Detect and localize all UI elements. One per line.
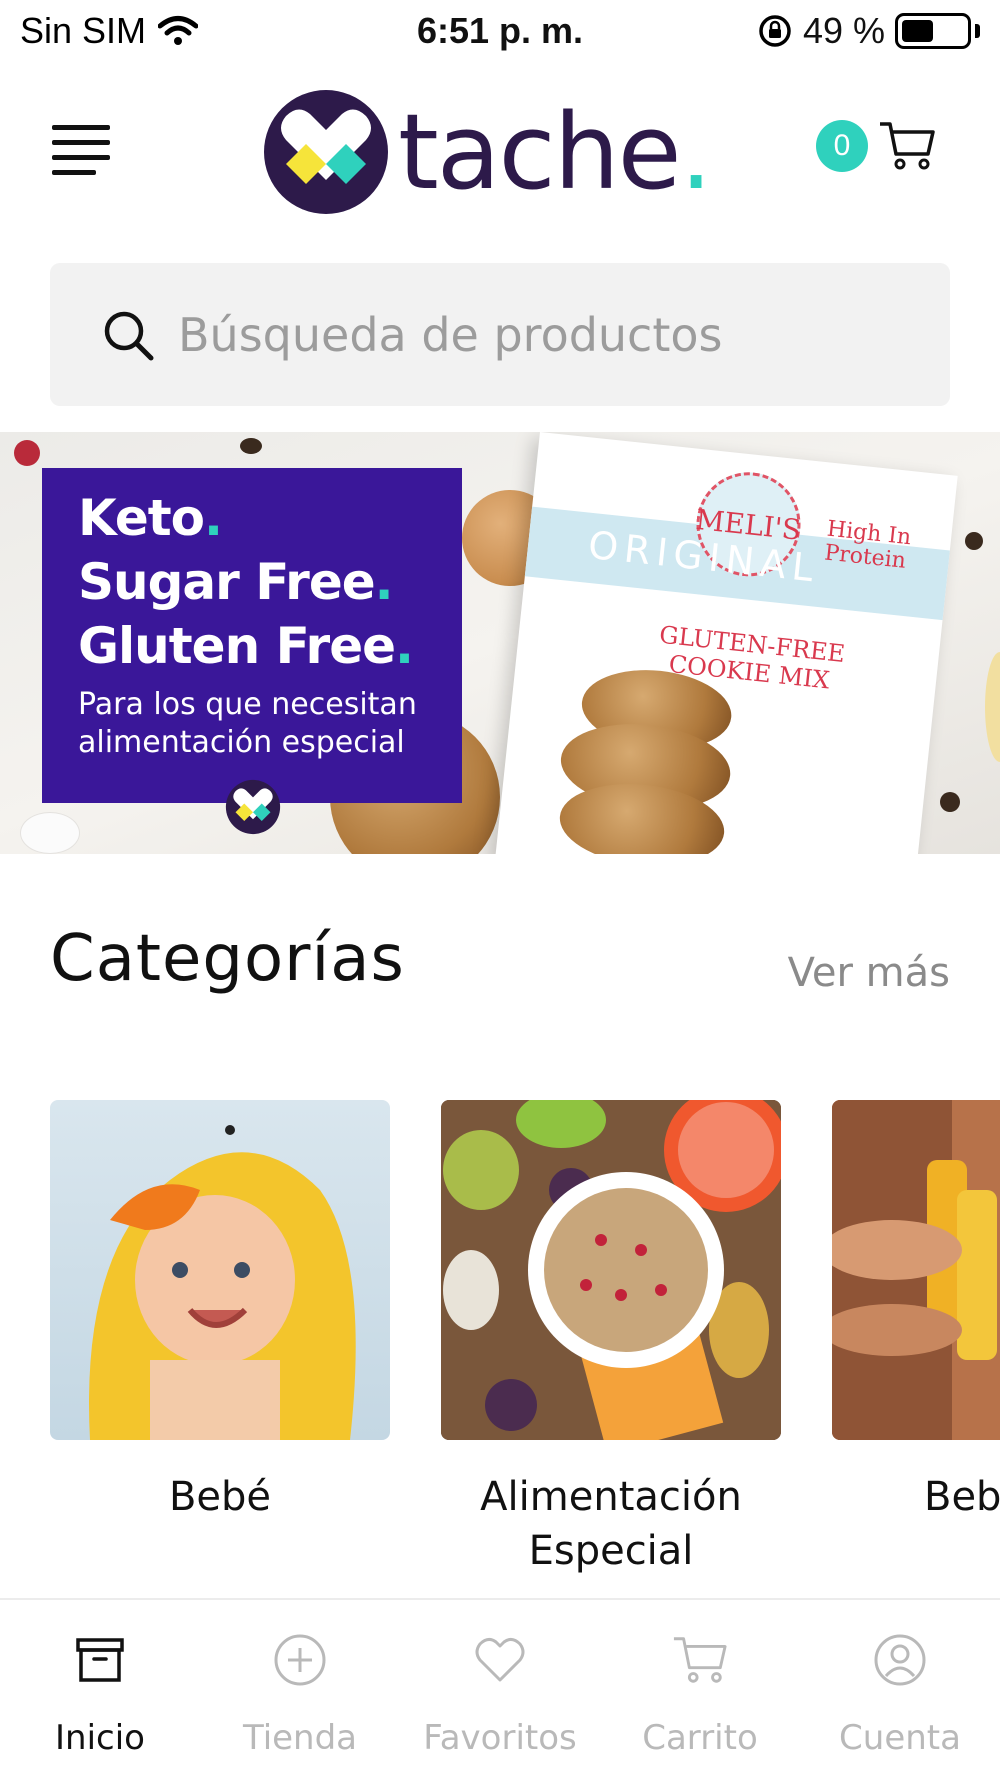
- categories-title: Categorías: [50, 922, 405, 996]
- logo-text: tache: [398, 91, 682, 213]
- category-card-bebidas[interactable]: Beb: [832, 1100, 1000, 1524]
- status-bar: Sin SIM 6:51 p. m. 49 %: [0, 0, 1000, 66]
- battery-icon: [895, 13, 971, 49]
- tab-inicio[interactable]: Inicio: [0, 1600, 200, 1778]
- product-box-image: MELI'S ORIGINAL High In Protein GLUTEN-F…: [495, 432, 958, 854]
- app-header: tache. 0: [0, 80, 1000, 230]
- category-label: Alimentación Especial: [441, 1470, 781, 1578]
- hamburger-menu-icon[interactable]: [52, 125, 114, 175]
- banner-subtitle-line1: Para los que necesitan: [78, 687, 417, 722]
- category-image-food: [441, 1100, 781, 1440]
- banner-line-sugar: Sugar Free.: [78, 550, 462, 614]
- cart-icon: [880, 122, 935, 170]
- app-logo[interactable]: tache.: [262, 88, 713, 216]
- category-label-line1: Alimentación: [480, 1474, 742, 1520]
- cart-count-badge: 0: [816, 120, 868, 172]
- battery-percent: 49 %: [802, 10, 885, 51]
- logo-wordmark: tache.: [398, 100, 713, 204]
- category-label-line2: Especial: [528, 1528, 694, 1574]
- header-cart-button[interactable]: 0: [816, 120, 936, 172]
- banner-dot3: .: [395, 617, 414, 675]
- plus-circle-icon: [274, 1634, 326, 1686]
- baby-illustration: [89, 1125, 356, 1440]
- search-bar[interactable]: [50, 263, 950, 406]
- tab-cuenta[interactable]: Cuenta: [800, 1600, 1000, 1778]
- tab-label-tienda: Tienda: [242, 1718, 358, 1758]
- user-circle-icon: [874, 1634, 926, 1686]
- logo-dot: .: [679, 91, 713, 213]
- category-label-line1: Bebé: [168, 1474, 272, 1520]
- tab-label-carrito: Carrito: [642, 1718, 758, 1758]
- search-input[interactable]: [178, 307, 878, 362]
- category-card-alimentacion-especial[interactable]: Alimentación Especial: [441, 1100, 781, 1578]
- banner-line-gluten: Gluten Free.: [78, 614, 462, 678]
- tab-label-favoritos: Favoritos: [423, 1718, 577, 1758]
- tab-label-inicio: Inicio: [55, 1718, 145, 1758]
- drinks-illustration: [832, 1100, 1000, 1440]
- banner-line3: Gluten Free: [78, 617, 396, 675]
- battery-level: [902, 20, 933, 42]
- status-right: 49 %: [757, 10, 980, 52]
- orientation-lock-icon: [759, 15, 791, 47]
- heart-icon: [475, 1637, 525, 1682]
- logo-mark-icon: [264, 90, 388, 214]
- tab-favoritos[interactable]: Favoritos: [400, 1600, 600, 1778]
- category-image-baby: [50, 1100, 390, 1440]
- box-protein-badge: High In Protein: [823, 517, 912, 575]
- category-label-line1: Beb: [924, 1474, 1000, 1520]
- tab-label-cuenta: Cuenta: [839, 1718, 961, 1758]
- category-label: Beb: [832, 1470, 1000, 1524]
- banner-dot2: .: [374, 553, 394, 611]
- banner-subtitle: Para los que necesitan alimentación espe…: [78, 686, 462, 762]
- banner-line2: Sugar Free: [78, 553, 376, 611]
- battery-tip: [975, 24, 980, 38]
- banner-logo-mark-icon: [225, 779, 281, 835]
- category-card-bebe[interactable]: Bebé: [50, 1100, 390, 1524]
- food-illustration: [441, 1100, 781, 1440]
- tab-tienda[interactable]: Tienda: [200, 1600, 400, 1778]
- banner-panel: Keto. Sugar Free. Gluten Free. Para los …: [42, 468, 462, 803]
- cart-icon: [673, 1637, 727, 1683]
- banner-dot1: .: [204, 489, 223, 547]
- see-more-link[interactable]: Ver más: [788, 950, 950, 996]
- promo-banner[interactable]: MELI'S ORIGINAL High In Protein GLUTEN-F…: [0, 432, 1000, 854]
- archive-box-icon: [76, 1638, 124, 1682]
- search-icon: [104, 311, 154, 360]
- banner-subtitle-line2: alimentación especial: [78, 725, 405, 760]
- category-image-drinks: [832, 1100, 1000, 1440]
- banner-line-keto: Keto.: [78, 486, 462, 550]
- bottom-tab-bar: Inicio Tienda Favoritos Carrito Cuenta: [0, 1598, 1000, 1778]
- category-carousel[interactable]: Bebé Alimentación Especial Beb: [0, 1100, 1000, 1580]
- category-label: Bebé: [50, 1470, 390, 1524]
- tab-carrito[interactable]: Carrito: [600, 1600, 800, 1778]
- banner-line1: Keto: [78, 489, 205, 547]
